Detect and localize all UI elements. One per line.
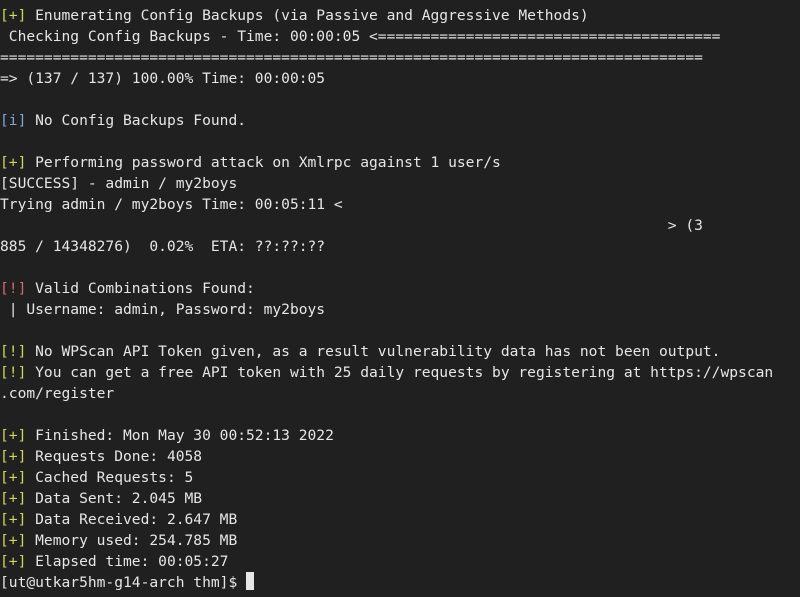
output-line: [+] Finished: Mon May 30 00:52:13 2022	[0, 425, 800, 446]
line-text: Performing password attack on Xmlrpc aga…	[26, 154, 501, 171]
output-line: [+] Cached Requests: 5	[0, 467, 800, 488]
line-text: Trying admin / my2boys Time: 00:05:11 <	[0, 196, 343, 213]
line-text: > (3	[0, 217, 703, 234]
line-prefix: [+]	[0, 553, 27, 570]
output-line: [+] Performing password attack on Xmlrpc…	[0, 152, 800, 173]
line-text: No WPScan API Token given, as a result v…	[26, 343, 721, 360]
output-line: 885 / 14348276) 0.02% ETA: ??:??:??	[0, 236, 800, 257]
line-prefix: [+]	[0, 490, 27, 507]
line-text: 885 / 14348276) 0.02% ETA: ??:??:??	[0, 238, 326, 255]
line-text: [SUCCESS] - admin / my2boys	[0, 175, 238, 192]
line-prefix: [!]	[0, 364, 27, 381]
output-line: [+] Enumerating Config Backups (via Pass…	[0, 5, 800, 26]
output-line: [!] No WPScan API Token given, as a resu…	[0, 341, 800, 362]
output-line: [+] Data Sent: 2.045 MB	[0, 488, 800, 509]
output-line: Trying admin / my2boys Time: 00:05:11 <	[0, 194, 800, 215]
line-text: You can get a free API token with 25 dai…	[26, 364, 774, 381]
output-line: .com/register	[0, 383, 800, 404]
terminal-window[interactable]: [+] Enumerating Config Backups (via Pass…	[0, 0, 800, 597]
line-prefix: [+]	[0, 469, 27, 486]
shell-prompt: [ut@utkar5hm-g14-arch thm]$	[0, 574, 247, 591]
line-text: Checking Config Backups - Time: 00:00:05…	[0, 28, 721, 45]
line-prefix: [+]	[0, 448, 27, 465]
output-line: ========================================…	[0, 47, 800, 68]
shell-prompt-line[interactable]: [ut@utkar5hm-g14-arch thm]$	[0, 572, 800, 593]
output-line: [!] Valid Combinations Found:	[0, 278, 800, 299]
line-text: ========================================…	[0, 49, 703, 66]
line-text: Data Sent: 2.045 MB	[26, 490, 203, 507]
line-text: Finished: Mon May 30 00:52:13 2022	[26, 427, 334, 444]
output-line: [+] Requests Done: 4058	[0, 446, 800, 467]
output-line: [+] Data Received: 2.647 MB	[0, 509, 800, 530]
output-line: [+] Memory used: 254.785 MB	[0, 530, 800, 551]
line-prefix: [i]	[0, 112, 27, 129]
line-prefix: [!]	[0, 280, 27, 297]
line-text: Elapsed time: 00:05:27	[26, 553, 229, 570]
line-text: .com/register	[0, 385, 115, 402]
text-cursor[interactable]	[246, 572, 255, 590]
line-prefix: [+]	[0, 154, 27, 171]
line-prefix: [+]	[0, 532, 27, 549]
line-prefix: [!]	[0, 343, 27, 360]
output-line: Checking Config Backups - Time: 00:00:05…	[0, 26, 800, 47]
line-text: Data Received: 2.647 MB	[26, 511, 238, 528]
line-text: Cached Requests: 5	[26, 469, 194, 486]
line-text: Requests Done: 4058	[26, 448, 203, 465]
line-prefix: [+]	[0, 511, 27, 528]
line-prefix: [+]	[0, 7, 27, 24]
output-line: [!] You can get a free API token with 25…	[0, 362, 800, 383]
line-prefix: [+]	[0, 427, 27, 444]
line-text: Enumerating Config Backups (via Passive …	[26, 7, 589, 24]
line-text: No Config Backups Found.	[26, 112, 247, 129]
output-line: [i] No Config Backups Found.	[0, 110, 800, 131]
output-line: | Username: admin, Password: my2boys	[0, 299, 800, 320]
output-line: > (3	[0, 215, 800, 236]
line-text: Memory used: 254.785 MB	[26, 532, 238, 549]
line-text: => (137 / 137) 100.00% Time: 00:00:05	[0, 70, 326, 87]
output-line: => (137 / 137) 100.00% Time: 00:00:05	[0, 68, 800, 89]
output-line: [+] Elapsed time: 00:05:27	[0, 551, 800, 572]
line-text: | Username: admin, Password: my2boys	[0, 301, 326, 318]
line-text: Valid Combinations Found:	[26, 280, 255, 297]
output-line: [SUCCESS] - admin / my2boys	[0, 173, 800, 194]
